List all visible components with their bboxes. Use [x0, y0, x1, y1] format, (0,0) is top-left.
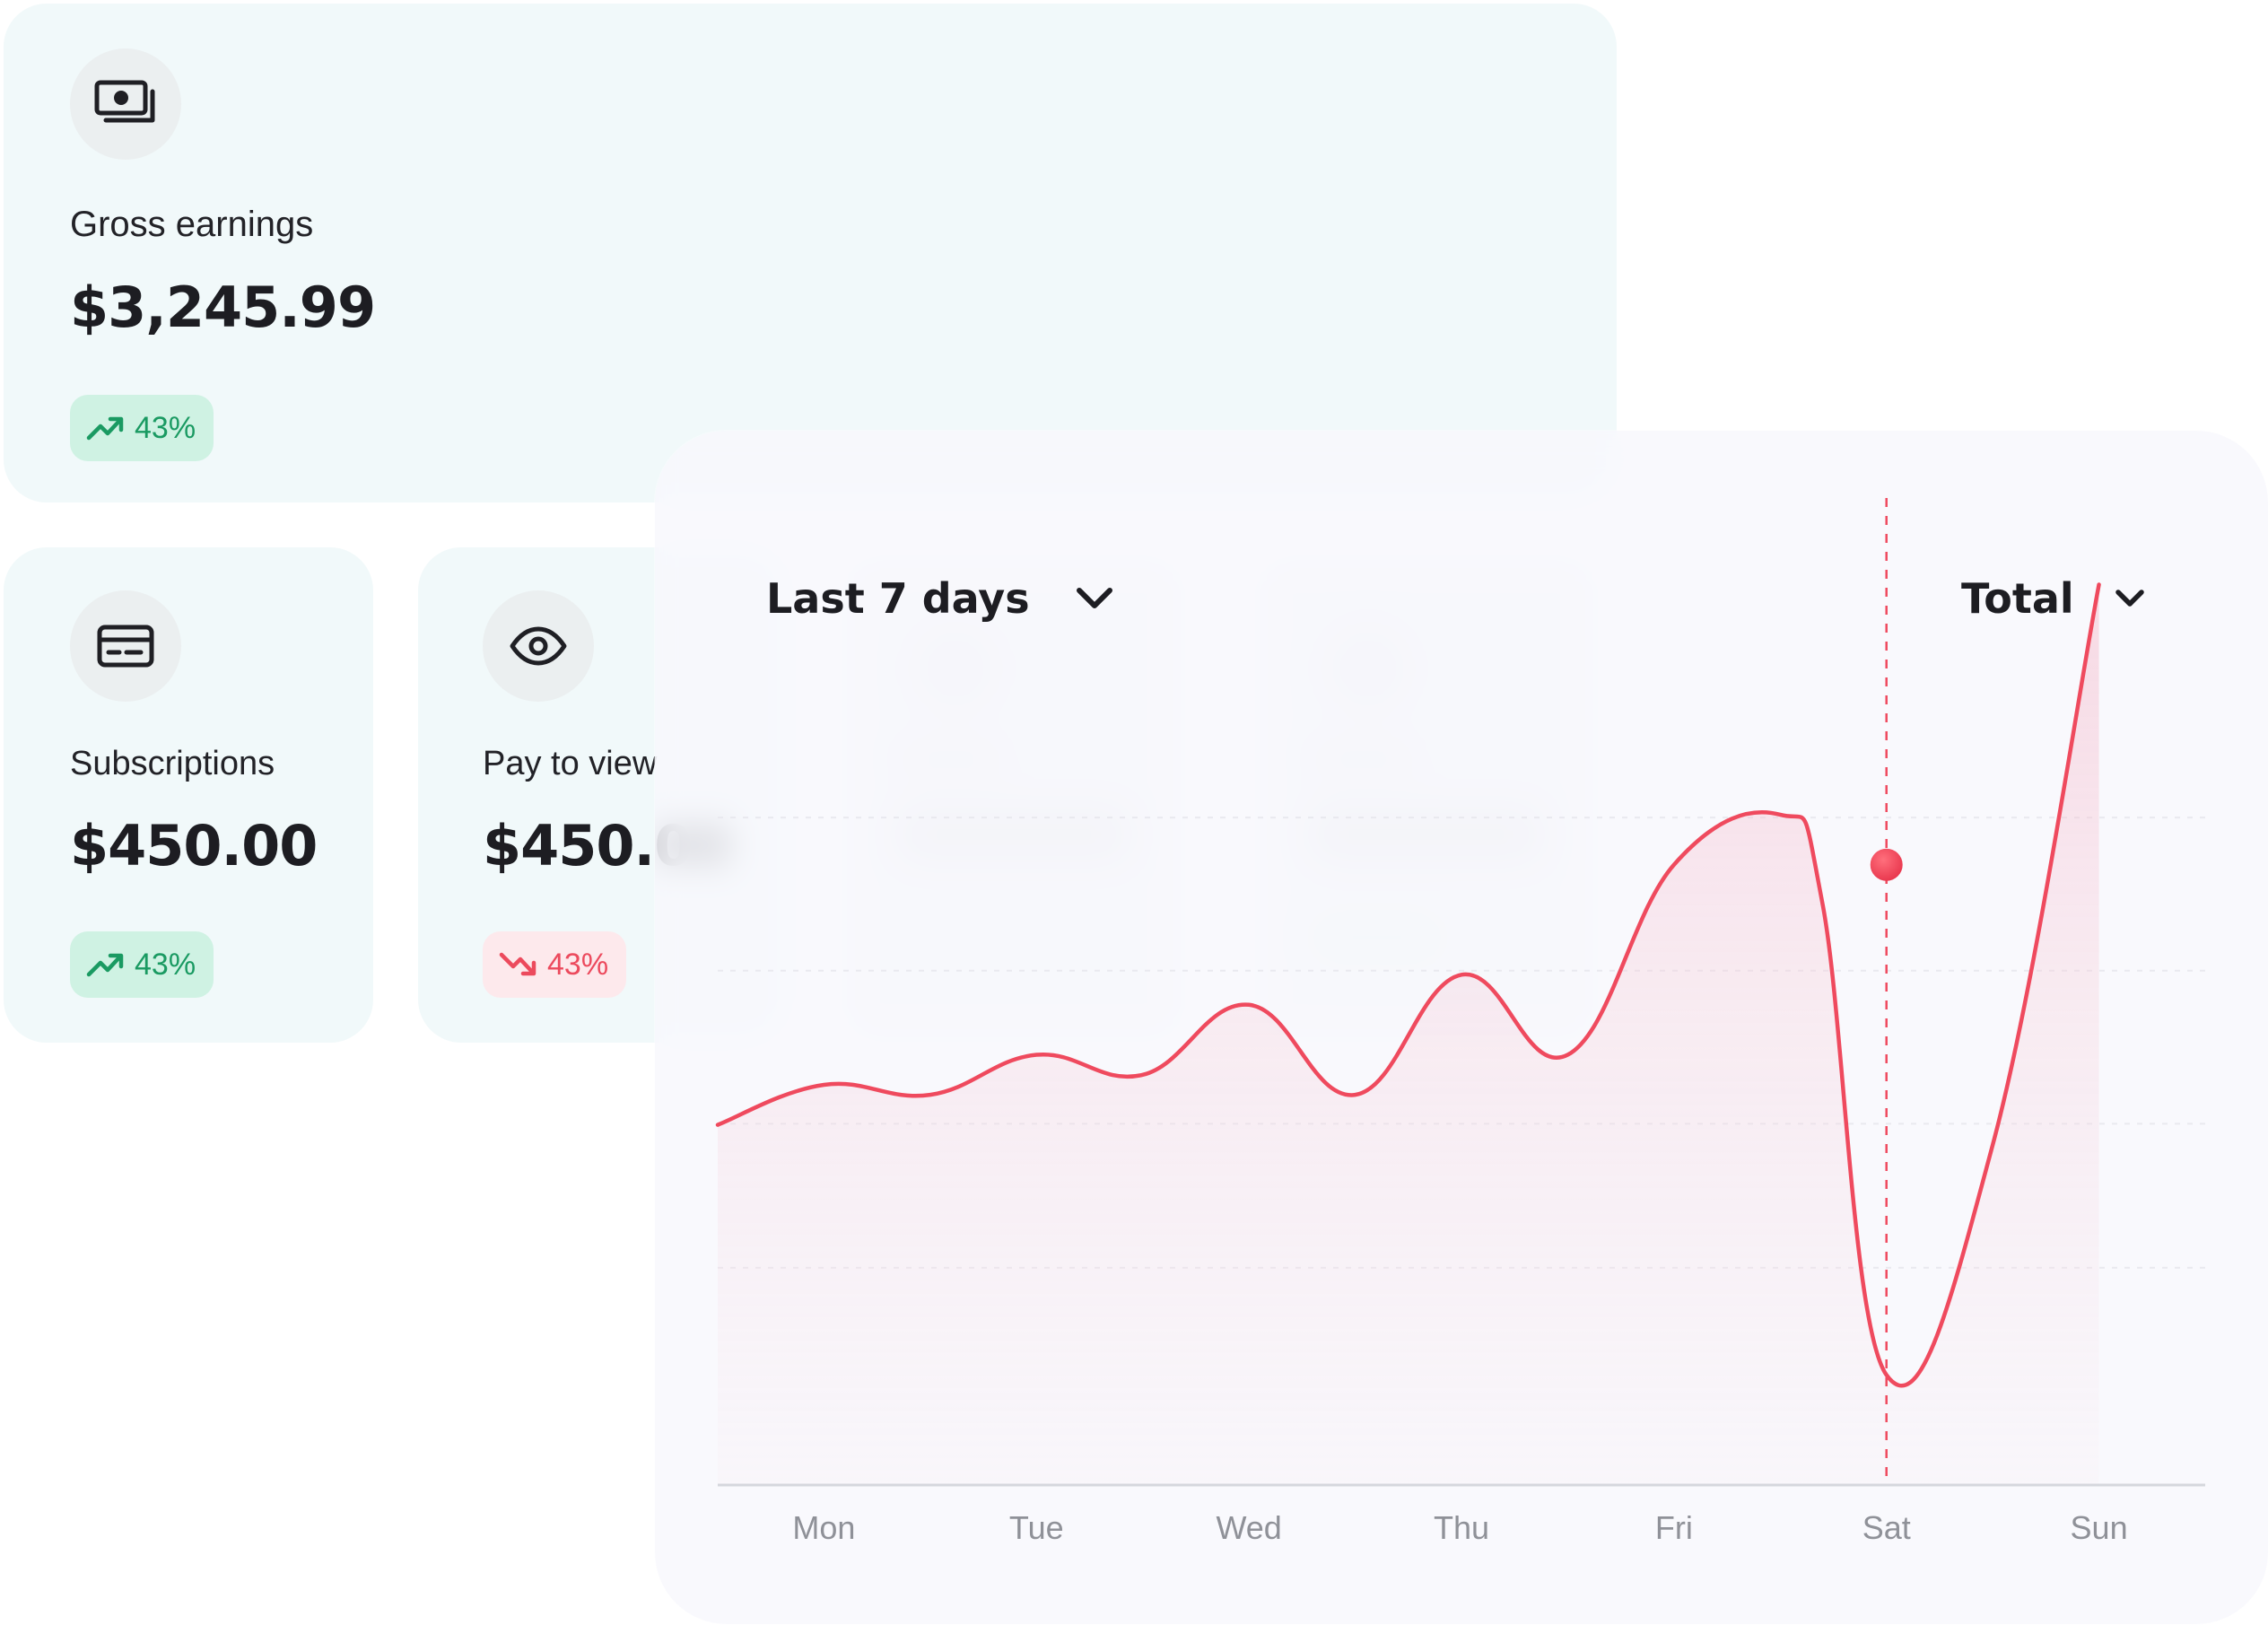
gross-earnings-trend-text: 43% — [135, 410, 196, 445]
pay-to-view-label: Pay to view — [483, 745, 658, 782]
eye-icon — [483, 590, 594, 702]
pay-to-view-trend-badge: 43% — [483, 931, 627, 998]
pay-to-view-trend-text: 43% — [547, 947, 609, 982]
subscriptions-card[interactable]: Subscriptions $450.00 43% — [4, 547, 373, 1043]
date-range-label: Last 7 days — [766, 574, 1030, 623]
subscriptions-value: $450.00 — [70, 813, 318, 878]
chevron-down-icon — [1076, 588, 1112, 608]
chevron-down-icon — [2115, 590, 2144, 607]
trend-up-icon — [86, 953, 124, 977]
subscriptions-label: Subscriptions — [70, 745, 275, 782]
trend-up-icon — [86, 416, 124, 441]
metric-label: Total — [1961, 574, 2074, 623]
cash-icon — [70, 48, 181, 160]
earnings-chart-panel: Last 7 days Total — [655, 431, 2268, 1624]
gross-earnings-value: $3,245.99 — [70, 275, 376, 340]
gross-earnings-card[interactable]: Gross earnings $3,245.99 43% — [4, 4, 1617, 502]
trend-down-icon — [499, 952, 536, 976]
credit-card-icon — [70, 590, 181, 702]
gross-earnings-trend-badge: 43% — [70, 395, 214, 461]
metric-dropdown[interactable]: Total — [1961, 574, 2146, 623]
subscriptions-trend-badge: 43% — [70, 931, 214, 998]
subscriptions-trend-text: 43% — [135, 947, 196, 982]
gross-earnings-label: Gross earnings — [70, 205, 314, 244]
date-range-dropdown[interactable]: Last 7 days — [766, 574, 1114, 623]
